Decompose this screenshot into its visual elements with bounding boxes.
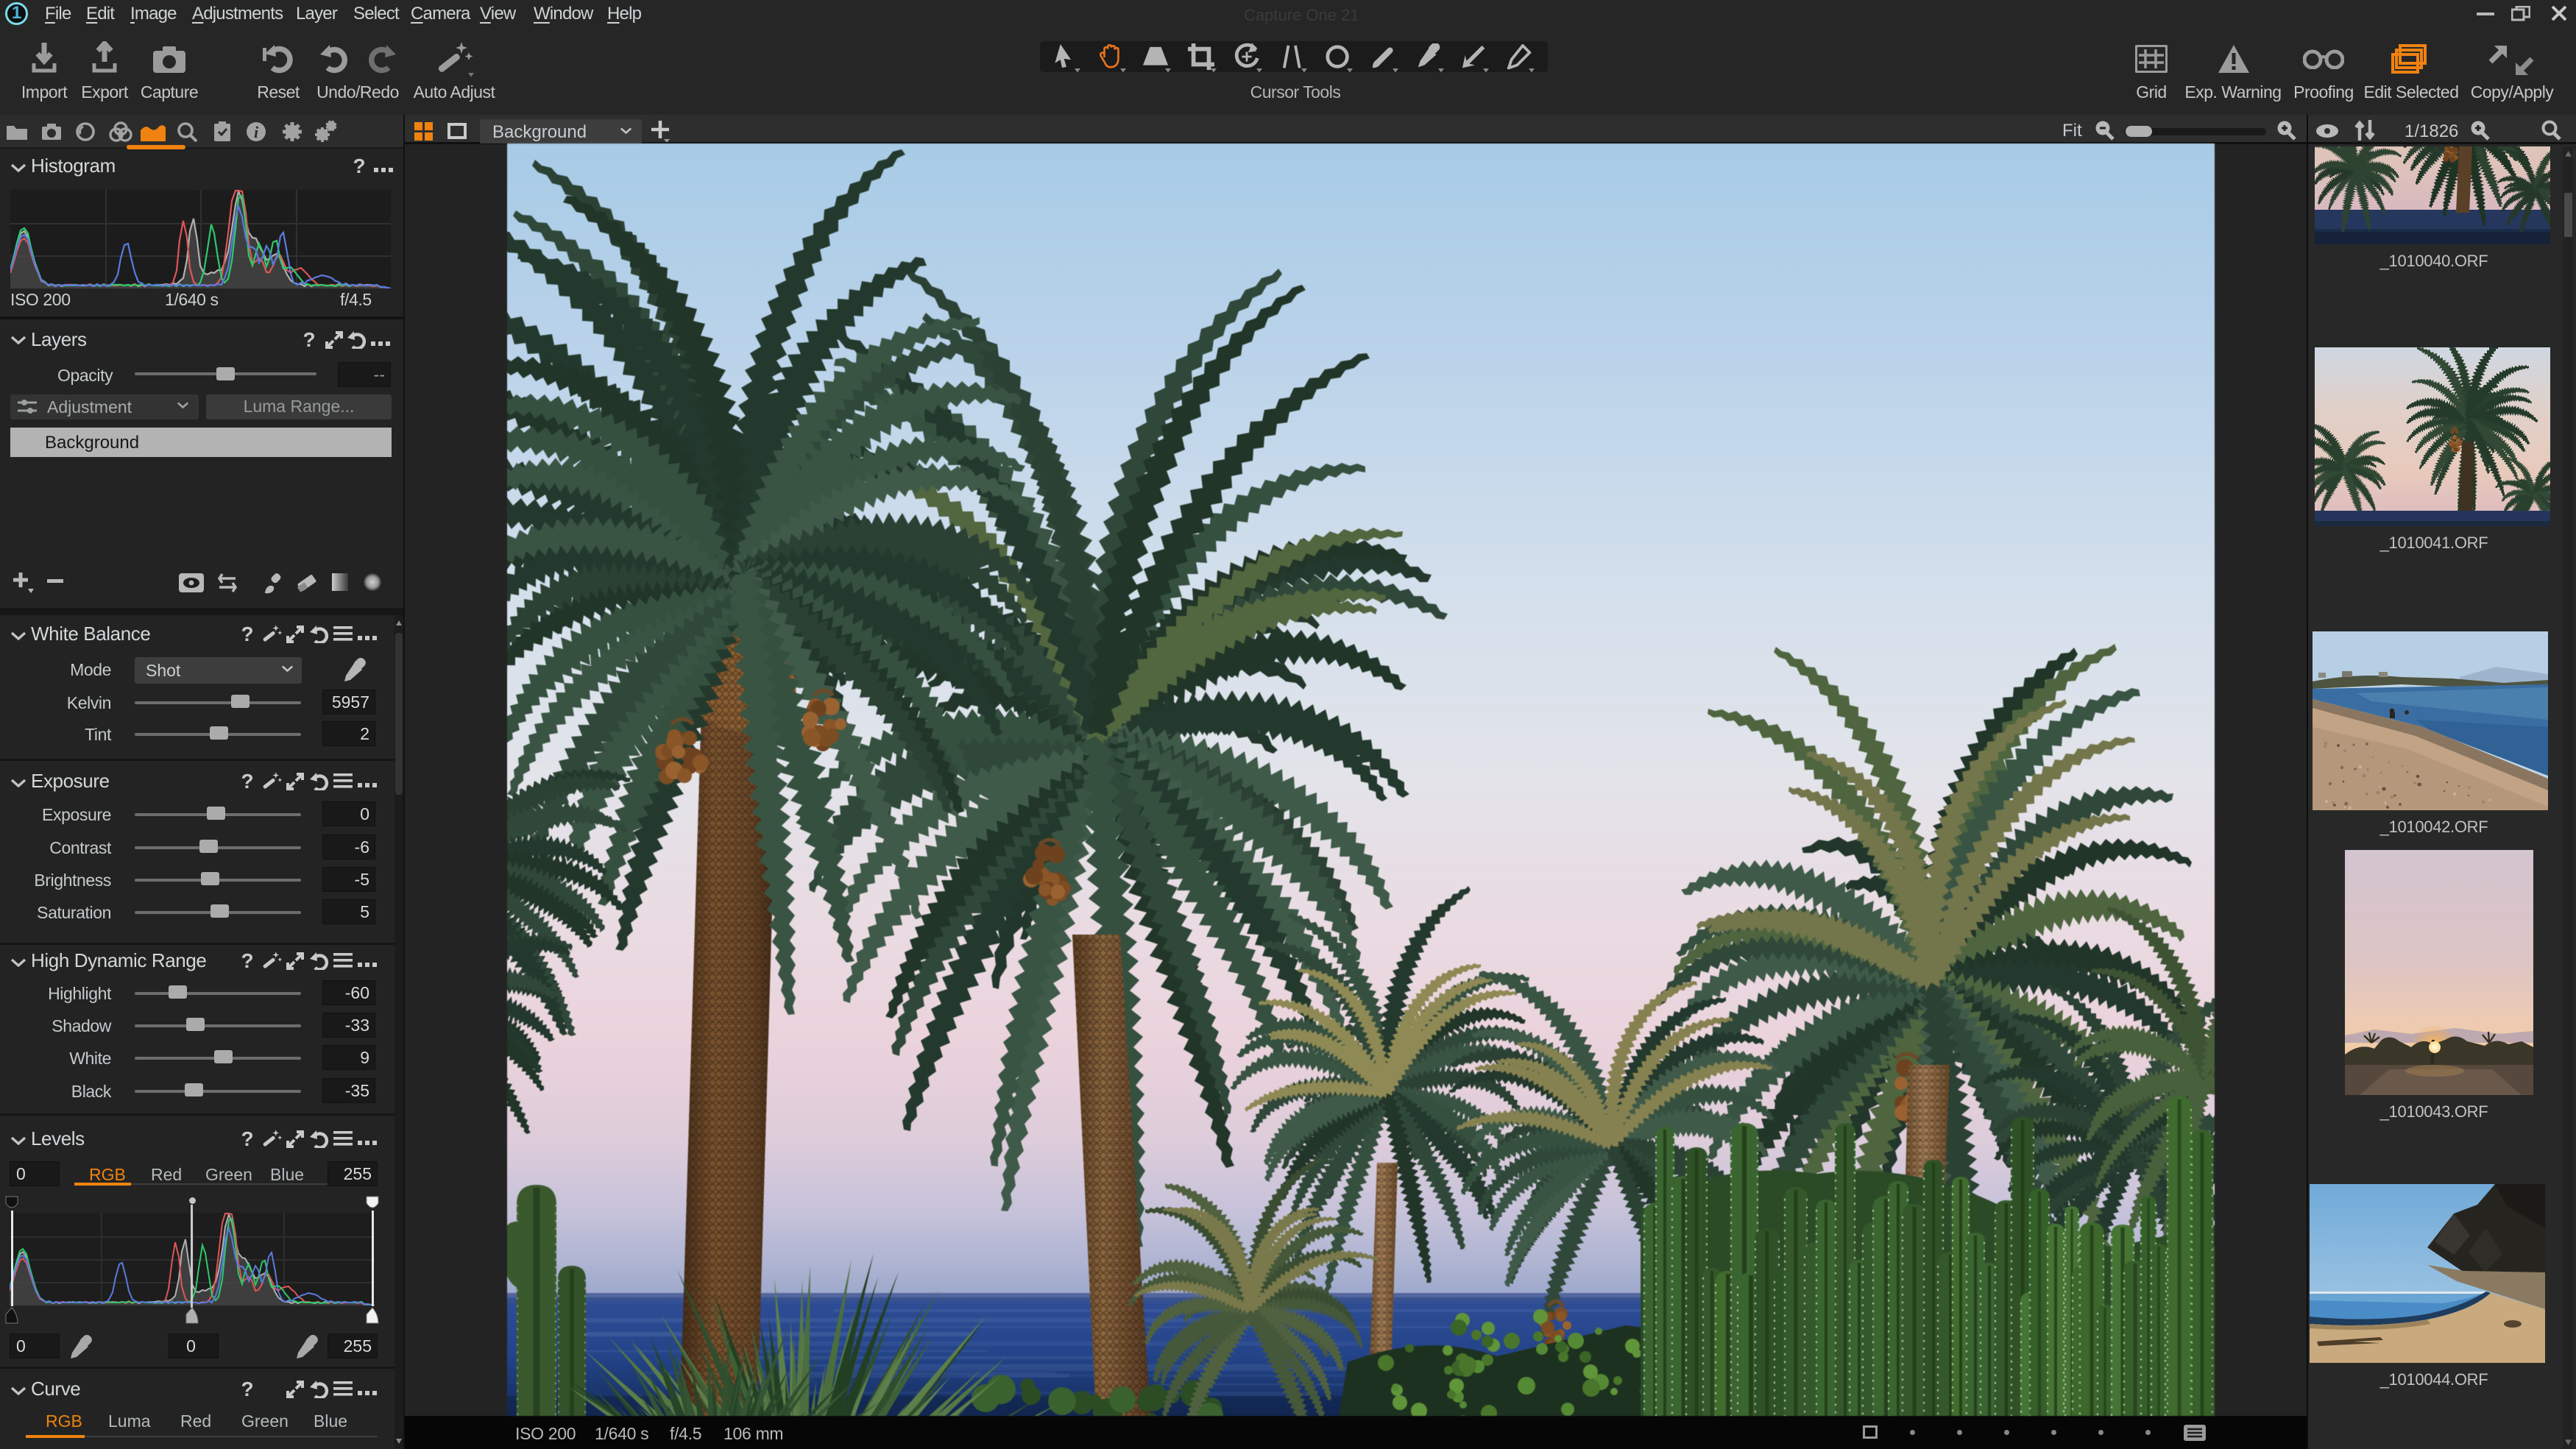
svg-text:?: ? [302,329,315,351]
svg-text:?: ? [353,155,365,177]
svg-text:?: ? [241,623,253,645]
svg-text:?: ? [241,950,253,972]
svg-text:?: ? [241,1378,253,1400]
svg-text:?: ? [241,1128,253,1150]
svg-text:?: ? [241,770,253,793]
svg-text:i: i [254,123,259,141]
